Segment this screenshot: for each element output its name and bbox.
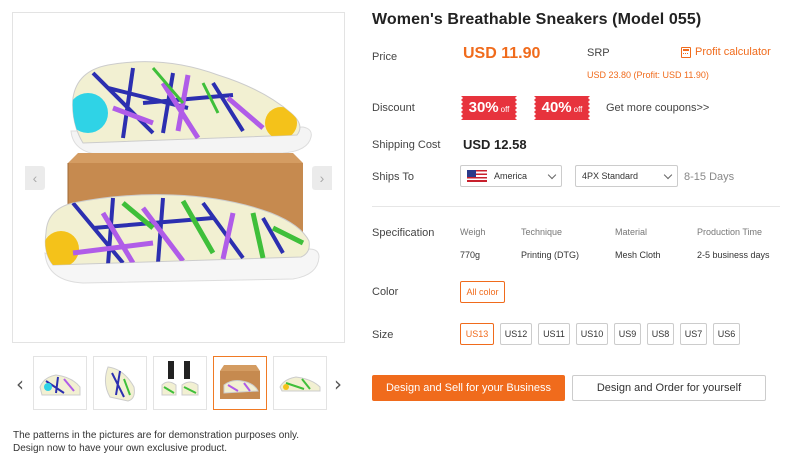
thumbnail-4[interactable] bbox=[213, 356, 267, 410]
srp-label: SRP bbox=[587, 47, 610, 59]
size-option-us6[interactable]: US6 bbox=[713, 323, 740, 345]
coupon-percent: 40% bbox=[541, 99, 572, 116]
shipping-cost-label: Shipping Cost bbox=[372, 139, 441, 151]
shipping-method-select[interactable]: 4PX Standard bbox=[575, 165, 678, 187]
thumbnail-5[interactable] bbox=[273, 356, 327, 410]
main-product-image[interactable] bbox=[12, 12, 345, 343]
spec-material-value: Mesh Cloth bbox=[615, 250, 661, 260]
srp-value: USD 23.80 (Profit: USD 11.90) bbox=[587, 70, 709, 80]
get-more-coupons-link[interactable]: Get more coupons>> bbox=[606, 102, 709, 114]
shipping-cost-value: USD 12.58 bbox=[463, 137, 527, 152]
coupon-percent: 30% bbox=[468, 99, 499, 116]
size-option-us7[interactable]: US7 bbox=[680, 323, 707, 345]
price-value: USD 11.90 bbox=[463, 45, 541, 62]
spec-production-time-value: 2-5 business days bbox=[697, 250, 770, 260]
calculator-icon bbox=[681, 46, 691, 58]
profit-calculator-label: Profit calculator bbox=[695, 46, 771, 58]
color-label: Color bbox=[372, 286, 399, 298]
chevron-down-icon bbox=[547, 170, 557, 180]
ships-to-label: Ships To bbox=[372, 171, 414, 183]
thumbnail-image bbox=[104, 366, 135, 402]
spec-weigh-head: Weigh bbox=[460, 227, 486, 237]
thumbnail-image bbox=[39, 374, 81, 396]
spec-weigh-value: 770g bbox=[460, 250, 481, 260]
country-select[interactable]: America bbox=[460, 165, 562, 187]
demo-disclaimer: The patterns in the pictures are for dem… bbox=[13, 429, 343, 455]
disclaimer-line-2: Design now to have your own exclusive pr… bbox=[13, 443, 228, 454]
size-option-us10[interactable]: US10 bbox=[576, 323, 608, 345]
coupon-30-off[interactable]: 30% off bbox=[459, 96, 519, 120]
delivery-days: 8-15 Days bbox=[684, 171, 735, 183]
design-and-order-button[interactable]: Design and Order for yourself bbox=[572, 375, 766, 401]
spec-material-head: Material bbox=[615, 227, 648, 237]
size-option-us13[interactable]: US13 bbox=[460, 323, 494, 345]
thumbnail-image bbox=[161, 361, 199, 396]
chevron-down-icon bbox=[663, 170, 673, 180]
discount-label: Discount bbox=[372, 102, 415, 114]
thumbs-prev-chevron-icon[interactable]: ‹ bbox=[12, 372, 28, 396]
spec-production-time-head: Production Time bbox=[697, 227, 763, 237]
color-option-all[interactable]: All color bbox=[460, 281, 505, 303]
size-option-us8[interactable]: US8 bbox=[647, 323, 674, 345]
spec-technique-value: Printing (DTG) bbox=[521, 250, 580, 260]
price-label: Price bbox=[372, 51, 398, 63]
profit-calculator-link[interactable]: Profit calculator bbox=[681, 46, 771, 58]
size-option-us12[interactable]: US12 bbox=[500, 323, 532, 345]
thumbnail-image bbox=[279, 376, 321, 392]
sneaker-illustration bbox=[44, 61, 320, 284]
gallery-next-arrow-icon[interactable]: › bbox=[312, 166, 332, 190]
specification-label: Specification bbox=[372, 227, 435, 239]
product-title: Women's Breathable Sneakers (Model 055) bbox=[372, 11, 702, 28]
gallery-prev-arrow-icon[interactable]: ‹ bbox=[25, 166, 45, 190]
size-label: Size bbox=[372, 329, 394, 341]
country-value: America bbox=[494, 171, 528, 181]
coupon-40-off[interactable]: 40% off bbox=[532, 96, 592, 120]
size-option-us11[interactable]: US11 bbox=[538, 323, 570, 345]
thumbnail-1[interactable] bbox=[33, 356, 87, 410]
divider bbox=[372, 206, 780, 207]
us-flag-icon bbox=[467, 170, 487, 182]
spec-technique-head: Technique bbox=[521, 227, 563, 237]
thumbnail-image bbox=[220, 365, 260, 399]
thumbs-next-chevron-icon[interactable]: › bbox=[330, 372, 346, 396]
design-and-sell-button[interactable]: Design and Sell for your Business bbox=[372, 375, 565, 401]
thumbnail-2[interactable] bbox=[93, 356, 147, 410]
coupon-off-text: off bbox=[500, 105, 510, 114]
size-option-us9[interactable]: US9 bbox=[614, 323, 641, 345]
disclaimer-line-1: The patterns in the pictures are for dem… bbox=[13, 430, 300, 441]
shipping-method-value: 4PX Standard bbox=[582, 171, 639, 181]
coupon-off-text: off bbox=[573, 105, 583, 114]
thumbnail-3[interactable] bbox=[153, 356, 207, 410]
